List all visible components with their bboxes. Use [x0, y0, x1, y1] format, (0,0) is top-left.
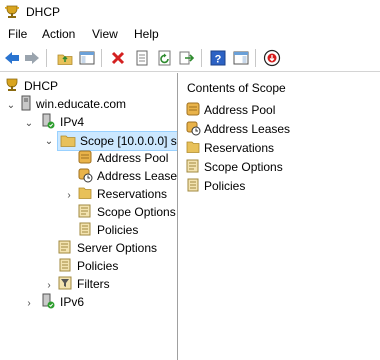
dhcp-trophy-icon [4, 4, 20, 23]
scope-options-icon [77, 203, 93, 222]
tree-label: Address Lease [97, 169, 178, 183]
help-icon[interactable]: ? [208, 48, 228, 68]
expand-icon[interactable]: › [64, 190, 74, 201]
menu-help[interactable]: Help [134, 27, 159, 41]
menu-file[interactable]: File [8, 27, 27, 41]
tree-node-ipv6[interactable]: IPv6 [40, 293, 84, 311]
refresh-icon[interactable] [155, 48, 175, 68]
list-item-reservations[interactable]: Reservations [185, 139, 274, 157]
menu-view[interactable]: View [92, 27, 118, 41]
server-options-icon [57, 239, 73, 258]
tree-node-filters[interactable]: Filters [57, 275, 110, 293]
toolbar-separator [46, 49, 47, 67]
tree-node-address-pool[interactable]: Address Pool [77, 149, 168, 167]
tree-label: Filters [77, 277, 110, 291]
tree-node-scope-options[interactable]: Scope Options [77, 203, 176, 221]
list-label: Reservations [204, 141, 275, 155]
address-pool-icon [77, 149, 93, 168]
window-title: DHCP [26, 5, 61, 19]
tree-node-ipv4-policies[interactable]: Policies [57, 257, 118, 275]
tree-label: Scope Options [97, 205, 176, 219]
reservations-icon [77, 185, 93, 204]
properties-icon[interactable] [132, 48, 152, 68]
menu-bar: File Action View Help [0, 25, 380, 44]
back-icon[interactable] [2, 48, 22, 68]
expand-icon[interactable]: › [24, 298, 34, 309]
tree-label: Policies [77, 259, 119, 273]
folder-icon [60, 133, 76, 150]
address-pool-icon [185, 101, 201, 120]
policies-icon [185, 177, 201, 196]
menu-action[interactable]: Action [42, 27, 75, 41]
server-icon [20, 95, 32, 114]
tree-node-ipv4[interactable]: IPv4 [40, 113, 84, 131]
collapse-icon[interactable]: ⌄ [6, 100, 16, 111]
tree-node-dhcp[interactable]: DHCP [4, 77, 58, 95]
export-list-icon[interactable] [177, 48, 197, 68]
forward-icon[interactable] [22, 48, 42, 68]
expand-icon[interactable]: › [44, 280, 54, 291]
list-label: Scope Options [204, 160, 283, 174]
tree-label: Reservations [97, 187, 168, 201]
svg-text:?: ? [215, 54, 222, 66]
address-leases-icon [185, 120, 201, 139]
delete-icon[interactable] [108, 48, 128, 68]
list-label: Policies [204, 179, 246, 193]
up-folder-icon[interactable] [55, 48, 75, 68]
reservations-icon [185, 139, 201, 158]
tree-label: Address Pool [97, 151, 169, 165]
ipv4-icon [40, 113, 56, 132]
show-hide-tree-icon[interactable] [77, 48, 97, 68]
title-bar: DHCP [0, 0, 380, 25]
tree-label: DHCP [24, 79, 59, 93]
tree-node-scope[interactable]: Scope [10.0.0.0] se [57, 131, 178, 151]
tree-node-server[interactable]: win.educate.com [20, 95, 126, 113]
tree-node-server-options[interactable]: Server Options [57, 239, 157, 257]
tree-node-address-leases[interactable]: Address Lease [77, 167, 177, 185]
filters-icon [57, 275, 73, 294]
tree-label: Scope [10.0.0.0] se [80, 134, 178, 148]
collapse-icon[interactable]: ⌄ [44, 136, 54, 147]
policies-icon [77, 221, 93, 240]
content-pane[interactable]: Contents of Scope Address Pool Address L… [181, 73, 380, 360]
list-item-policies[interactable]: Policies [185, 177, 245, 195]
tree-pane[interactable]: DHCP ⌄ win.educate.com ⌄ IPv4 ⌄ Scope [1… [0, 73, 178, 360]
tree-node-reservations[interactable]: Reservations [77, 185, 167, 203]
address-leases-icon [77, 167, 93, 186]
tree-label: IPv4 [60, 115, 85, 129]
show-hide-action-pane-icon[interactable] [231, 48, 251, 68]
toolbar-separator [101, 49, 102, 67]
list-label: Address Leases [204, 122, 291, 136]
list-item-address-pool[interactable]: Address Pool [185, 101, 275, 119]
tree-label: Server Options [77, 241, 158, 255]
scope-options-icon [185, 158, 201, 177]
ipv6-icon [40, 293, 56, 312]
stop-server-icon[interactable] [262, 48, 282, 68]
dhcp-trophy-icon [4, 77, 20, 96]
collapse-icon[interactable]: ⌄ [24, 118, 34, 129]
toolbar: ? [0, 45, 380, 72]
content-header: Contents of Scope [187, 81, 286, 95]
list-item-scope-options[interactable]: Scope Options [185, 158, 283, 176]
list-item-address-leases[interactable]: Address Leases [185, 120, 290, 138]
toolbar-separator [255, 49, 256, 67]
toolbar-separator [201, 49, 202, 67]
tree-label: IPv6 [60, 295, 85, 309]
list-label: Address Pool [204, 103, 276, 117]
tree-label: Policies [97, 223, 139, 237]
tree-node-scope-policies[interactable]: Policies [77, 221, 138, 239]
tree-label: win.educate.com [36, 97, 127, 111]
policies-icon [57, 257, 73, 276]
